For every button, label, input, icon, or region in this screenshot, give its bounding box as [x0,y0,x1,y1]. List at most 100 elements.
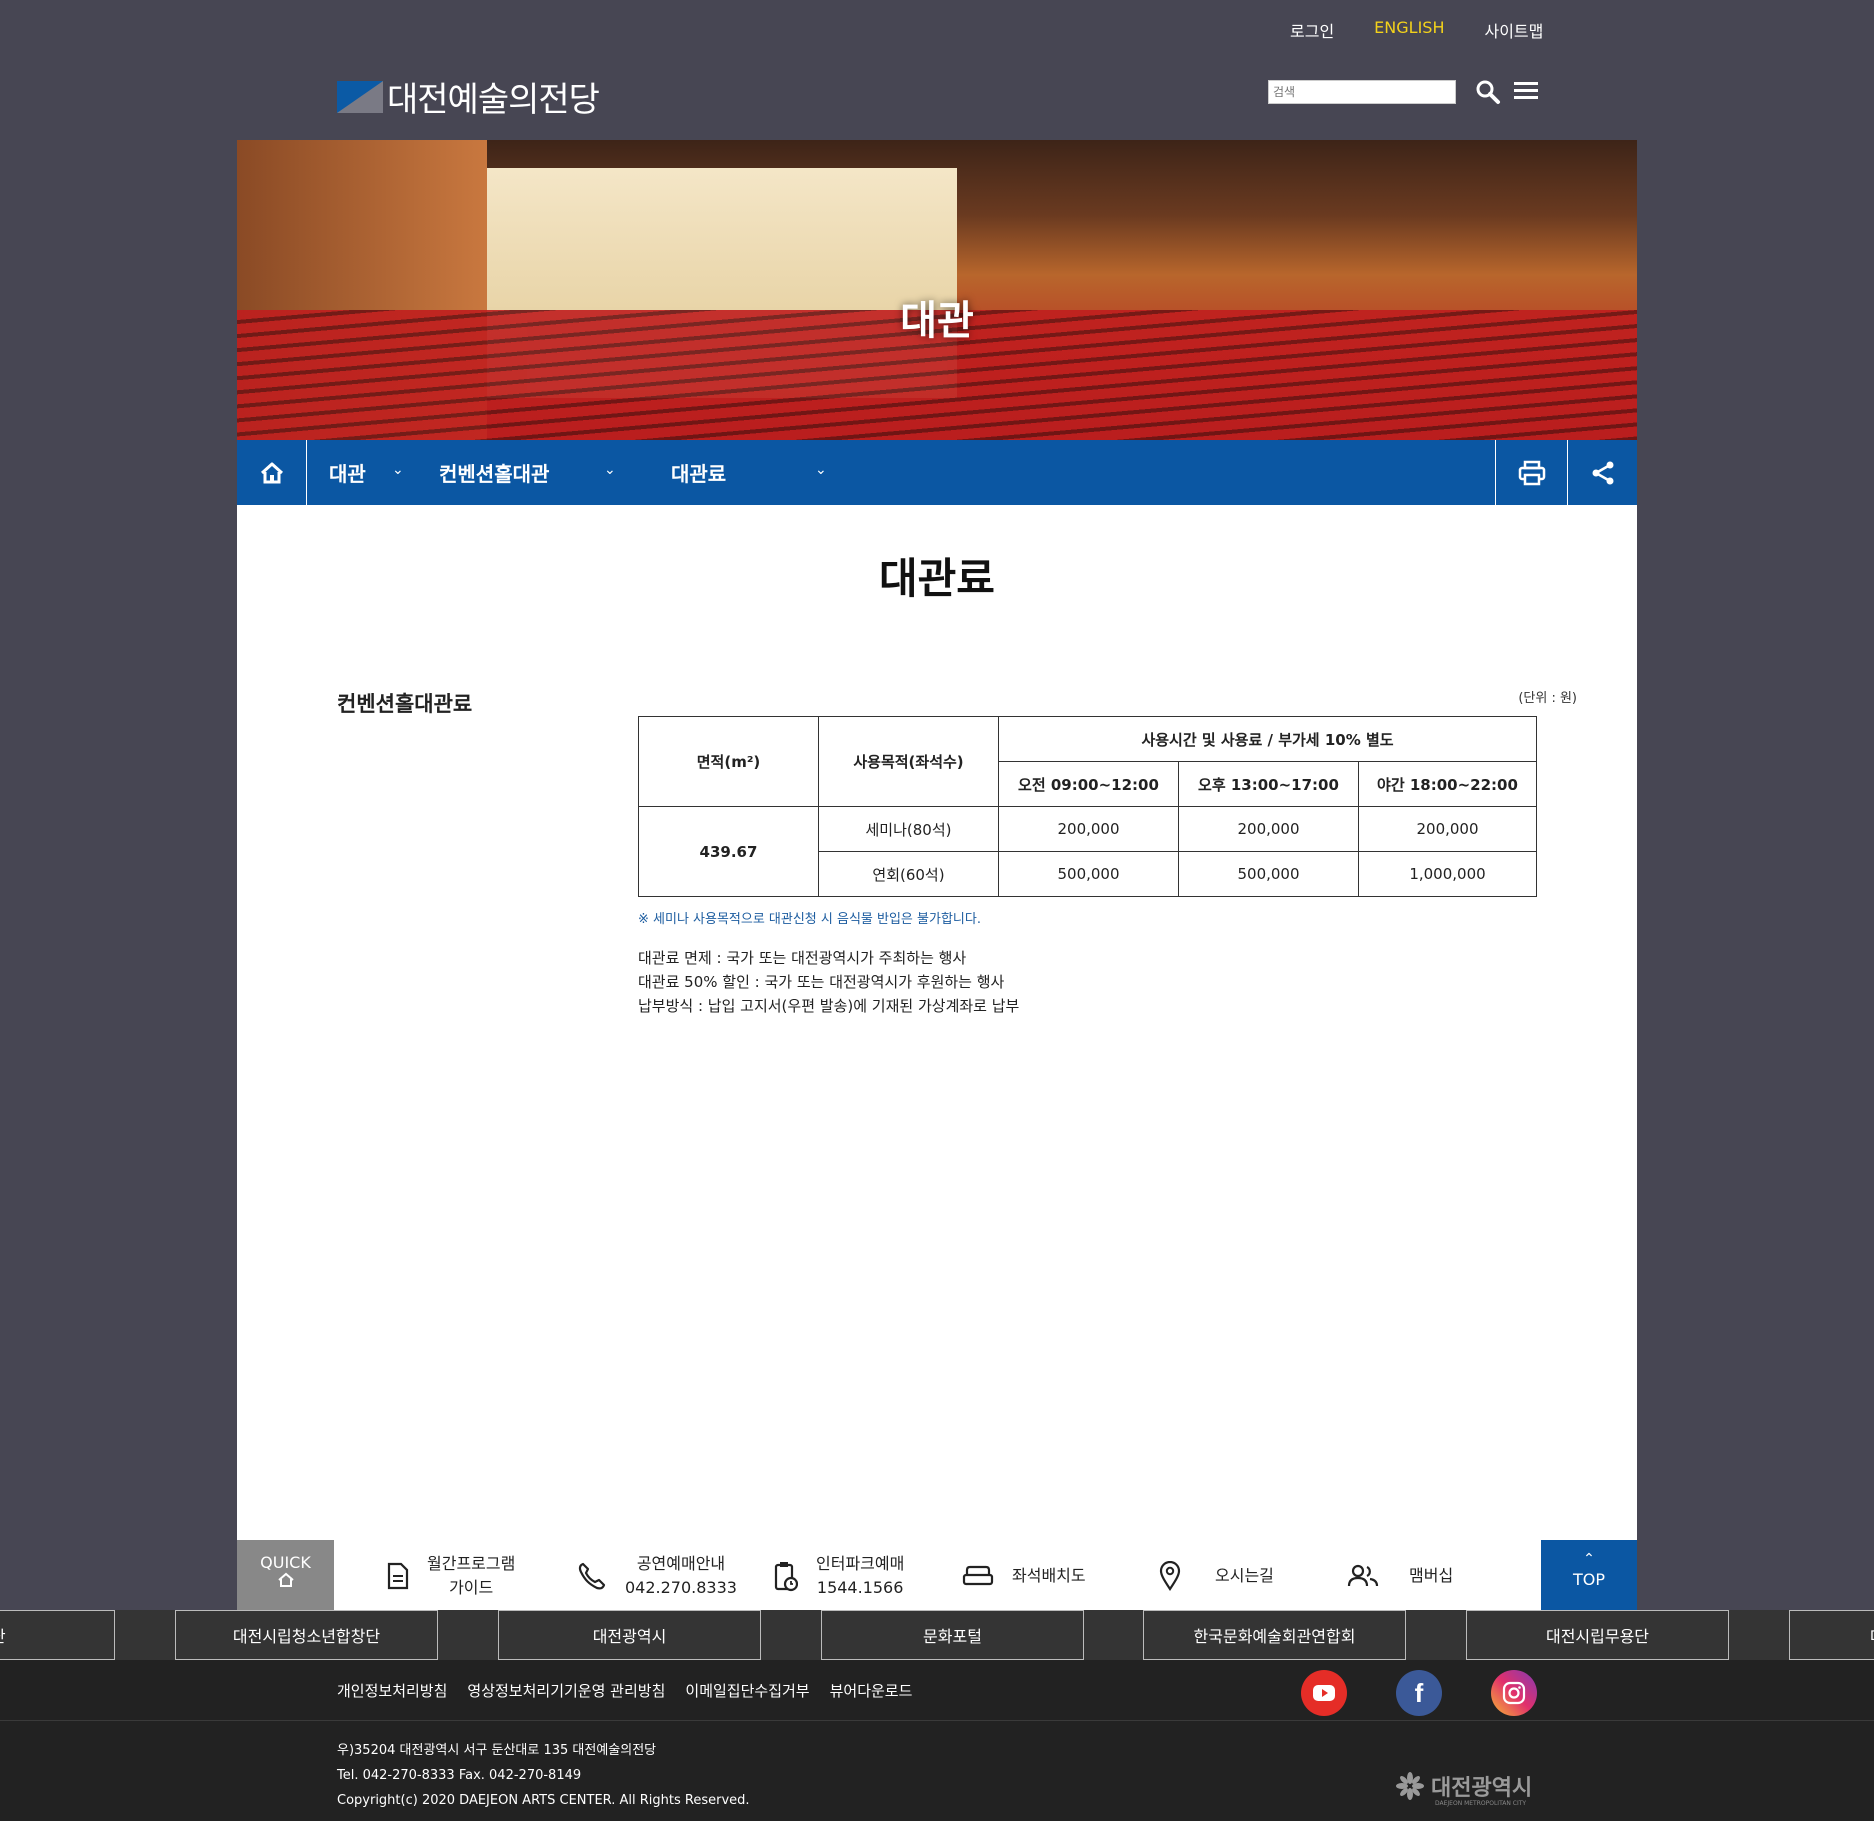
quick-membership[interactable]: 맴버십 [1347,1540,1453,1612]
fee-cell: 500,000 [998,851,1179,897]
instagram-icon[interactable] [1491,1670,1537,1716]
unit-label: (단위 : 원) [1518,691,1577,706]
tel-text: Tel. 042-270-8333 Fax. 042-270-8149 [337,1768,582,1783]
footer-address: 우)35204 대전광역시 서구 둔산대로 135 대전예술의전당 Tel. 0… [337,1738,750,1813]
purpose-cell: 연회(60석) [818,851,999,897]
clipboard-clock-icon [774,1560,798,1592]
sitemap-link[interactable]: 사이트맵 [1484,18,1543,42]
quick-seat-map[interactable]: 좌석배치도 [962,1540,1086,1612]
city-sub: DAEJEON METROPOLITAN CITY [1435,1800,1527,1807]
quick-menu-bar: QUICK 월간프로그램가이드 공연예매안내 042.270.8333 인터파크예… [237,1540,1637,1612]
sofa-icon [962,1565,994,1587]
chevron-up-icon: ⌃ [1583,1551,1595,1567]
privacy-policy-link[interactable]: 개인정보처리방침 [337,1680,447,1701]
fee-table: 면적(m²) 사용목적(좌석수) 사용시간 및 사용료 / 부가세 10% 별도… [638,716,1537,897]
city-name: 대전광역시 [1431,1776,1533,1801]
home-icon [277,1572,294,1587]
related-site-link[interactable]: 대전시립무용단 [1466,1610,1729,1660]
fee-cell: 200,000 [998,806,1179,852]
fee-cell: 500,000 [1178,851,1359,897]
footer-links: 개인정보처리방침 영상정보처리기기운영 관리방침 이메일집단수집거부 뷰어다운로… [337,1680,932,1701]
quick-item-label: 인터파크예매 [816,1554,905,1573]
fee-info-list: 대관료 면제 : 국가 또는 대전광역시가 주최하는 행사 대관료 50% 할인… [638,946,1019,1018]
print-icon[interactable] [1495,440,1567,505]
hamburger-menu-icon[interactable] [1512,80,1540,104]
fee-cell: 1,000,000 [1358,851,1537,897]
quick-item-sub: 가이드 [449,1578,494,1597]
phone-icon [577,1561,607,1591]
quick-item-label: 맴버십 [1409,1566,1454,1585]
cctv-policy-link[interactable]: 영상정보처리기기운영 관리방침 [467,1680,665,1701]
table-row: 439.67 세미나(80석) 200,000 200,000 200,000 [638,806,1537,897]
fee-cell: 200,000 [1178,806,1359,852]
chevron-down-icon[interactable]: ⌄ [815,462,827,478]
main-content: 대관 대관 ⌄ 컨벤션홀대관 ⌄ 대관료 ⌄ 대관료 컨벤션홀대관료 (단위 :… [237,140,1637,1613]
fee-cell: 200,000 [1358,806,1537,852]
food-note: ※ 세미나 사용목적으로 대관신청 시 음식물 반입은 불가합니다. [638,912,981,927]
top-button-label: TOP [1572,1570,1605,1589]
login-link[interactable]: 로그인 [1290,18,1334,42]
header-area: 면적(m²) [638,716,819,807]
header-time-group: 사용시간 및 사용료 / 부가세 10% 별도 [998,716,1537,762]
top-button[interactable]: ⌃ TOP [1541,1540,1637,1612]
quick-label: QUICK [237,1540,334,1612]
english-link[interactable]: ENGLISH [1374,18,1444,42]
header-night: 야간 18:00~22:00 [1358,761,1537,807]
header-purpose: 사용목적(좌석수) [818,716,999,807]
related-site-link[interactable]: 향악단 [0,1610,115,1660]
utility-links: 로그인 ENGLISH 사이트맵 [1290,18,1543,42]
nav-depth2[interactable]: 컨벤션홀대관 [439,440,549,505]
youtube-icon[interactable] [1301,1670,1347,1716]
copyright-text: Copyright(c) 2020 DAEJEON ARTS CENTER. A… [337,1793,750,1808]
facebook-icon[interactable]: f [1396,1670,1442,1716]
related-site-link[interactable]: 문화포털 [821,1610,1084,1660]
map-pin-icon [1159,1561,1181,1591]
quick-ticket-info[interactable]: 공연예매안내 042.270.8333 [577,1540,737,1612]
footer: 개인정보처리방침 영상정보처리기기운영 관리방침 이메일집단수집거부 뷰어다운로… [0,1660,1874,1821]
purpose-cell: 세미나(80석) [818,806,999,852]
nav-depth1[interactable]: 대관 [329,440,366,505]
viewer-download-link[interactable]: 뷰어다운로드 [830,1680,913,1701]
quick-item-label: 월간프로그램 [427,1554,516,1573]
info-line: 대관료 50% 할인 : 국가 또는 대전광역시가 후원하는 행사 [638,973,1005,991]
home-icon[interactable] [237,440,307,505]
hero-banner: 대관 [237,140,1637,440]
info-line: 대관료 면제 : 국가 또는 대전광역시가 주최하는 행사 [638,949,967,967]
related-site-link[interactable]: 대전광역시 [498,1610,761,1660]
quick-label-text: QUICK [260,1553,311,1572]
quick-item-label: 오시는길 [1215,1566,1274,1585]
quick-item-sub: 1544.1566 [816,1578,904,1597]
users-icon [1347,1564,1379,1588]
footer-divider [0,1720,1874,1721]
quick-item-label: 좌석배치도 [1012,1566,1086,1585]
location-nav: 대관 ⌄ 컨벤션홀대관 ⌄ 대관료 ⌄ [237,440,1637,505]
quick-program-guide[interactable]: 월간프로그램가이드 [387,1540,515,1612]
logo-text: 대전예술의전당 [387,80,600,120]
header-afternoon: 오후 13:00~17:00 [1178,761,1359,807]
address-text: 우)35204 대전광역시 서구 둔산대로 135 대전예술의전당 [337,1743,657,1758]
related-sites-strip: 향악단 대전시립청소년합창단 대전광역시 문화포털 한국문화예술회관연합회 대전… [0,1610,1874,1660]
page-title: 대관료 [879,554,995,603]
quick-directions[interactable]: 오시는길 [1159,1540,1274,1612]
related-site-link[interactable]: 대 [1789,1610,1874,1660]
quick-interpark[interactable]: 인터파크예매 1544.1566 [774,1540,904,1612]
info-line: 납부방식 : 납입 고지서(우편 발송)에 기재된 가상계좌로 납부 [638,997,1020,1015]
search-input[interactable] [1268,80,1456,104]
logo-mark-icon [337,80,383,113]
chevron-down-icon[interactable]: ⌄ [392,462,404,478]
search-icon[interactable] [1474,78,1502,106]
email-refusal-link[interactable]: 이메일집단수집거부 [685,1680,809,1701]
site-logo[interactable]: 대전예술의전당 [337,72,600,121]
quick-item-sub: 042.270.8333 [625,1578,737,1597]
quick-item-label: 공연예매안내 [636,1554,726,1573]
chevron-down-icon[interactable]: ⌄ [604,462,616,478]
header-morning: 오전 09:00~12:00 [998,761,1179,807]
hero-title: 대관 [900,298,974,344]
city-emblem-icon [1396,1772,1424,1800]
document-icon [387,1562,409,1590]
related-site-link[interactable]: 대전시립청소년합창단 [175,1610,438,1660]
nav-depth3[interactable]: 대관료 [671,440,726,505]
related-site-link[interactable]: 한국문화예술회관연합회 [1143,1610,1406,1660]
share-icon[interactable] [1567,440,1637,505]
daejeon-city-logo[interactable]: 대전광역시 DAEJEON METROPOLITAN CITY [1395,1770,1533,1807]
